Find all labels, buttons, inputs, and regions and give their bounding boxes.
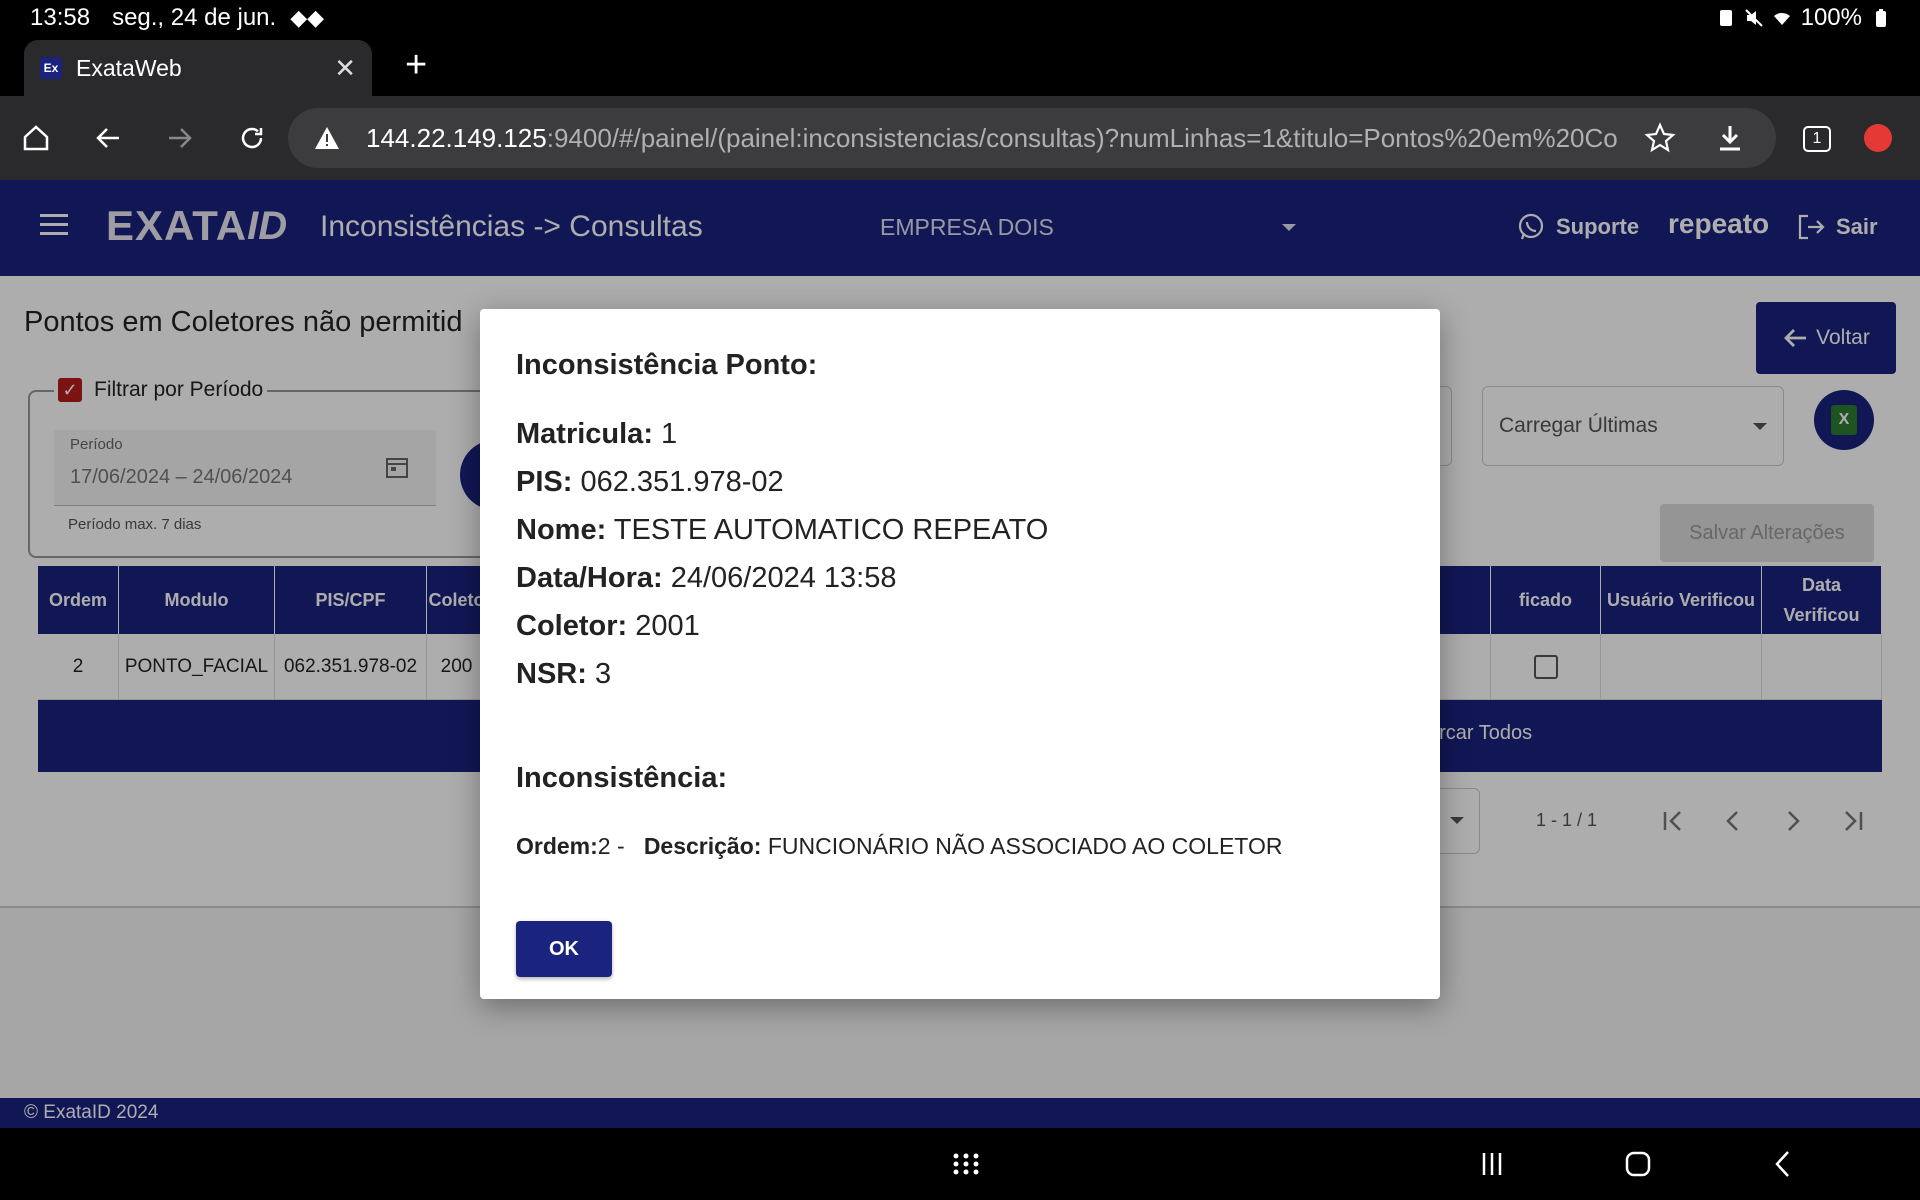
datahora-line: Data/Hora: 24/06/2024 13:58 [516,562,897,594]
inconsistency-line: Ordem:2 - Descrição: FUNCIONÁRIO NÃO ASS… [516,833,1283,859]
notification-icon: ◆◆ [290,5,325,30]
forward-icon[interactable] [158,116,202,160]
coletor-line: Coletor: 2001 [516,610,700,642]
nsr-line: NSR: 3 [516,658,612,690]
tab-count-button[interactable]: 1 [1803,126,1831,152]
home-icon[interactable] [14,116,58,160]
browser-tab[interactable]: Ex ExataWeb ✕ [24,40,372,96]
recent-apps-icon[interactable] [1474,1146,1510,1182]
mute-icon [1744,9,1763,27]
close-tab-icon[interactable]: ✕ [334,53,356,84]
status-date: seg., 24 de jun. [112,4,277,31]
reload-icon[interactable] [230,116,274,160]
system-navigation-bar [0,1128,1920,1200]
wifi-icon [1773,12,1790,25]
profile-avatar[interactable] [1864,124,1892,152]
nome-line: Nome: TESTE AUTOMATICO REPEATO [516,514,1049,546]
battery-icon [1876,9,1886,27]
ok-button[interactable]: OK [516,921,612,977]
url-text: 144.22.149.125:9400/#/painel/(painel:inc… [366,122,1618,153]
battery-percent: 100% [1800,4,1862,31]
system-status-bar: 13:58 seg., 24 de jun. ◆◆ 100% [0,0,1920,36]
back-icon[interactable] [86,116,130,160]
browser-tab-strip: Ex ExataWeb ✕ + [0,36,1920,96]
app-drawer-icon[interactable] [948,1146,984,1182]
address-bar[interactable]: 144.22.149.125:9400/#/painel/(painel:inc… [288,108,1776,168]
browser-toolbar: 144.22.149.125:9400/#/painel/(painel:inc… [0,96,1920,180]
back-nav-icon[interactable] [1766,1146,1802,1182]
tab-title: ExataWeb [76,54,182,81]
dialog-title: Inconsistência Ponto: [516,349,818,381]
favicon-icon: Ex [40,57,62,79]
matricula-line: Matricula: 1 [516,418,678,450]
inconsistency-dialog: Inconsistência Ponto: Matricula: 1 PIS: … [480,309,1440,999]
inconsistency-section-title: Inconsistência: [516,762,728,794]
status-time: 13:58 [30,4,91,31]
bookmark-star-icon[interactable] [1644,122,1676,154]
download-icon[interactable] [1714,122,1746,154]
home-button-icon[interactable] [1620,1146,1656,1182]
warning-icon [315,127,339,149]
pis-line: PIS: 062.351.978-02 [516,466,784,498]
sim-icon [1719,10,1732,26]
new-tab-icon[interactable]: + [405,44,427,87]
